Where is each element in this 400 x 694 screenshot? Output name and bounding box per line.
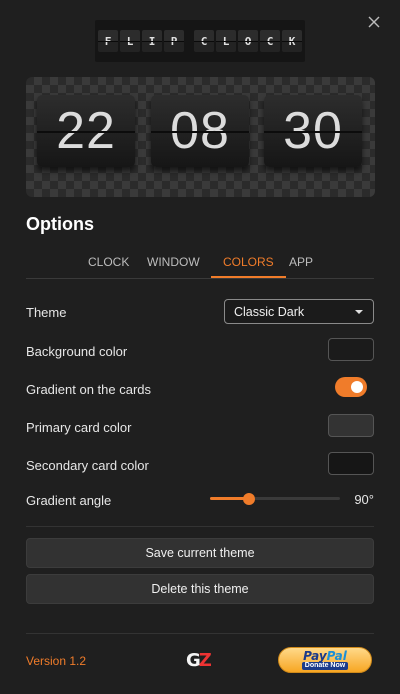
paypal-donate-label: Donate Now [301, 662, 349, 670]
save-theme-button[interactable]: Save current theme [26, 538, 374, 568]
theme-select[interactable]: Classic Dark [224, 299, 374, 324]
gradient-toggle[interactable] [335, 377, 367, 397]
close-icon[interactable] [366, 14, 382, 30]
gradient-label: Gradient on the cards [26, 382, 152, 397]
logo-letter: K [282, 30, 302, 52]
tab-window[interactable]: WINDOW [147, 250, 200, 278]
logo-letter: C [194, 30, 214, 52]
logo-letter: C [260, 30, 280, 52]
gradient-angle-value: 90° [354, 492, 374, 507]
tab-clock[interactable]: CLOCK [88, 250, 129, 278]
primary-card-color-swatch[interactable] [328, 414, 374, 437]
tab-app[interactable]: APP [289, 250, 313, 278]
theme-select-value: Classic Dark [234, 304, 305, 319]
hours-card: 22 [37, 95, 135, 167]
divider [26, 526, 374, 527]
logo-letter: P [164, 30, 184, 52]
logo-letter: I [142, 30, 162, 52]
delete-theme-button[interactable]: Delete this theme [26, 574, 374, 604]
secondary-card-color-label: Secondary card color [26, 458, 149, 473]
chevron-down-icon [355, 310, 363, 314]
background-color-swatch[interactable] [328, 338, 374, 361]
logo-letter: L [216, 30, 236, 52]
logo-letter: O [238, 30, 258, 52]
clock-preview: 22 08 30 [26, 77, 375, 197]
gz-logo-icon[interactable]: GZ [186, 650, 212, 671]
version-label: Version 1.2 [26, 654, 87, 668]
options-title: Options [26, 214, 94, 234]
logo-letter: F [98, 30, 118, 52]
slider-thumb[interactable] [243, 493, 255, 505]
gradient-angle-label: Gradient angle [26, 493, 112, 508]
paypal-donate-button[interactable]: PayPal Donate Now [278, 647, 372, 673]
logo-letter: L [120, 30, 140, 52]
paypal-logo: PayPal [303, 649, 347, 663]
theme-label: Theme [26, 305, 67, 320]
toggle-knob [351, 381, 363, 393]
seconds-card: 30 [264, 95, 362, 167]
secondary-card-color-swatch[interactable] [328, 452, 374, 475]
divider [26, 633, 374, 634]
minutes-card: 08 [151, 95, 249, 167]
background-color-label: Background color [26, 344, 128, 359]
primary-card-color-label: Primary card color [26, 420, 132, 435]
gradient-angle-slider[interactable] [210, 491, 340, 507]
flip-clock-logo: F L I P C L O C K [95, 20, 305, 62]
tab-colors[interactable]: COLORS [211, 250, 286, 278]
options-tabs: CLOCK WINDOW COLORS APP [26, 250, 374, 279]
